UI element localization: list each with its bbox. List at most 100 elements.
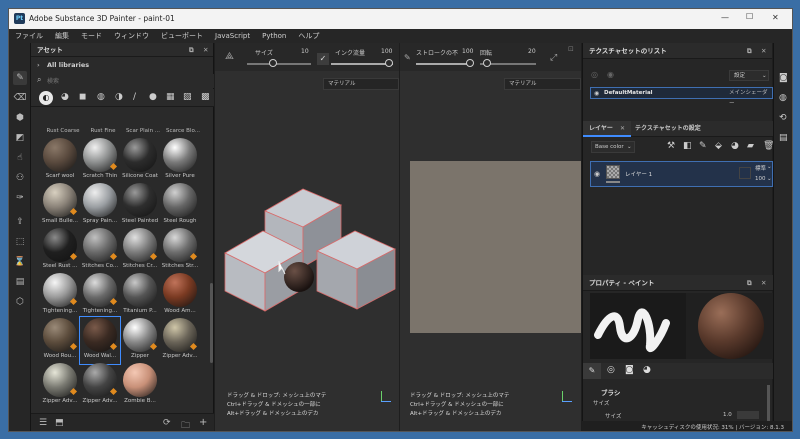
history-icon[interactable]: ⟲ [779, 113, 787, 123]
import-icon[interactable]: ⬒ [55, 418, 64, 428]
layer-mask-slot[interactable] [739, 167, 751, 179]
add-mask-icon[interactable]: ◧ [683, 141, 692, 151]
stroke-slider[interactable] [416, 63, 472, 65]
viewport-3d[interactable]: ⟁ サイズ 10 ✓ インク流量 100 マテリアル ドラッグ & ドロップ: … [215, 43, 399, 431]
picker-icon[interactable]: ✑ [13, 191, 27, 205]
layer-eye-icon[interactable]: ◉ [594, 170, 600, 178]
material-thumbnail[interactable]: Zipper [121, 318, 159, 363]
folder-icon[interactable]: 🗀 [181, 418, 190, 431]
settings-dropdown[interactable]: 設定 ⌄ [729, 70, 769, 81]
brush-tab-icon[interactable]: ✎ [583, 363, 601, 379]
pressure-flow-icon[interactable]: ✓ [317, 53, 329, 65]
brush-size-field[interactable] [737, 411, 759, 419]
menu-file[interactable]: ファイル [9, 29, 49, 43]
menu-edit[interactable]: 編集 [49, 29, 75, 43]
size-slider-handle[interactable] [269, 59, 277, 67]
material-thumbnail[interactable]: Scratch Thin [81, 138, 119, 183]
lazy-mouse-icon[interactable]: ⊡ [568, 45, 574, 53]
material-thumbnail[interactable]: Zipper Adv... [81, 363, 119, 408]
menu-window[interactable]: ウィンドウ [108, 29, 155, 43]
float-panel-icon[interactable]: ⧉ [189, 43, 194, 57]
clone-icon[interactable]: ⚇ [13, 171, 27, 185]
smudge-icon[interactable]: ☝ [13, 151, 27, 165]
projection-icon[interactable]: ⬢ [13, 111, 27, 125]
menu-viewport[interactable]: ビューポート [155, 29, 209, 43]
close-panel-icon[interactable]: ✕ [203, 43, 208, 57]
search-input[interactable] [47, 76, 207, 86]
material-thumbnail[interactable]: Small Bulle... [41, 183, 79, 228]
layer-opacity[interactable]: 100 [755, 176, 766, 182]
blend-mode[interactable]: 標準 [755, 164, 766, 172]
symmetry-icon[interactable]: ⤢ [550, 53, 557, 63]
bake-icon[interactable]: ⇪ [13, 215, 27, 229]
camera-icon[interactable]: ◙ [779, 73, 788, 83]
material-thumbnail[interactable]: Wood Wal... [79, 316, 121, 365]
material-thumbnail[interactable]: Stitches Str... [161, 228, 199, 273]
material-thumbnail[interactable]: Wood Rou... [41, 318, 79, 363]
uv-texture-preview[interactable] [410, 161, 581, 333]
close-layers-icon[interactable]: ✕ [620, 121, 625, 137]
menu-python[interactable]: Python [256, 29, 292, 43]
float-textureset-icon[interactable]: ⧉ [747, 43, 752, 59]
close-button[interactable]: ✕ [772, 13, 779, 22]
hide-icon[interactable]: ◎ [591, 70, 598, 79]
selection-icon[interactable]: ⬚ [13, 235, 27, 249]
add-smart-icon[interactable]: ◕ [731, 141, 739, 151]
material-thumbnail[interactable]: Tightening... [81, 273, 119, 318]
filter-environment-icon[interactable]: ▧ [183, 92, 192, 102]
stencil-icon[interactable]: ⟁ [225, 51, 234, 62]
filter-particle-icon[interactable]: ● [149, 92, 157, 102]
angle-slider-handle[interactable] [483, 59, 491, 67]
maximize-button[interactable]: ☐ [746, 12, 753, 21]
eraser-icon[interactable]: ⌫ [13, 91, 27, 105]
cube-icon[interactable]: ⬡ [13, 295, 27, 309]
menu-mode[interactable]: モード [75, 29, 108, 43]
log-icon[interactable]: ▤ [779, 133, 788, 143]
material-thumbnail[interactable]: Stitches Cr... [121, 228, 159, 273]
stencil-tab-icon[interactable]: ◙ [625, 365, 634, 375]
add-fill-layer-icon[interactable]: ⬙ [715, 141, 722, 151]
material-thumbnail[interactable]: Silver Pure [161, 138, 199, 183]
paint-brush-icon[interactable]: ✎ [13, 71, 27, 85]
close-textureset-icon[interactable]: ✕ [761, 43, 766, 59]
material-thumbnail[interactable]: Steel Rough [161, 183, 199, 228]
minimize-button[interactable]: — [721, 13, 729, 22]
eye-icon[interactable]: ◉ [607, 70, 614, 79]
material-thumbnail[interactable]: Zombie B... [121, 363, 159, 408]
mesh-preview[interactable] [223, 183, 403, 323]
material-thumbnail[interactable]: Steel Rust ... [41, 228, 79, 273]
filter-material-icon[interactable]: ◼ [79, 92, 86, 102]
material-thumbnail[interactable]: Tightening... [41, 273, 79, 318]
properties-scrollbar[interactable] [767, 385, 770, 425]
menu-javascript[interactable]: JavaScript [209, 29, 256, 43]
display-settings-icon[interactable]: ◍ [779, 93, 787, 103]
material-thumbnail[interactable]: Titanium P... [121, 273, 159, 318]
material-thumbnail[interactable]: Spray Pain... [81, 183, 119, 228]
material-tab-icon[interactable]: ◕ [643, 365, 651, 375]
tab-textureset-settings[interactable]: テクスチャセットの設定 [635, 121, 701, 137]
material-mode-label-2d[interactable]: マテリアル [504, 78, 581, 90]
size-slider[interactable] [247, 63, 311, 65]
list-view-icon[interactable]: ☰ [39, 418, 47, 428]
add-folder-icon[interactable]: ▰ [747, 141, 754, 151]
material-thumbnail[interactable]: Wood Am... [161, 273, 199, 318]
pen-icon[interactable]: ✎ [404, 53, 411, 62]
flow-slider[interactable] [331, 63, 393, 65]
material-thumbnail[interactable]: Zipper Adv... [161, 318, 199, 363]
visibility-eye-icon[interactable]: ◉ [594, 88, 599, 99]
brush-size-value[interactable]: 1.0 [723, 412, 732, 418]
hourglass-icon[interactable]: ⌛ [13, 255, 27, 269]
stroke-slider-handle[interactable] [466, 59, 474, 67]
material-thumbnail[interactable]: Silicone Coat [121, 138, 159, 183]
filter-smart-mask-icon[interactable]: ◍ [97, 92, 105, 102]
filter-generator-icon[interactable]: ◑ [115, 92, 123, 102]
filter-smart-material-icon[interactable]: ◕ [61, 92, 69, 102]
material-thumbnail[interactable]: Steel Painted [121, 183, 159, 228]
scrollbar[interactable] [210, 283, 213, 363]
material-thumbnail[interactable]: Scarf wool [41, 138, 79, 183]
menu-help[interactable]: ヘルプ [292, 29, 325, 43]
filter-texture-icon[interactable]: ▦ [166, 92, 175, 102]
material-mode-label[interactable]: マテリアル [323, 78, 399, 90]
filter-all-icon[interactable]: ◐ [39, 91, 53, 105]
geometry-mask-icon[interactable]: ◩ [13, 131, 27, 145]
